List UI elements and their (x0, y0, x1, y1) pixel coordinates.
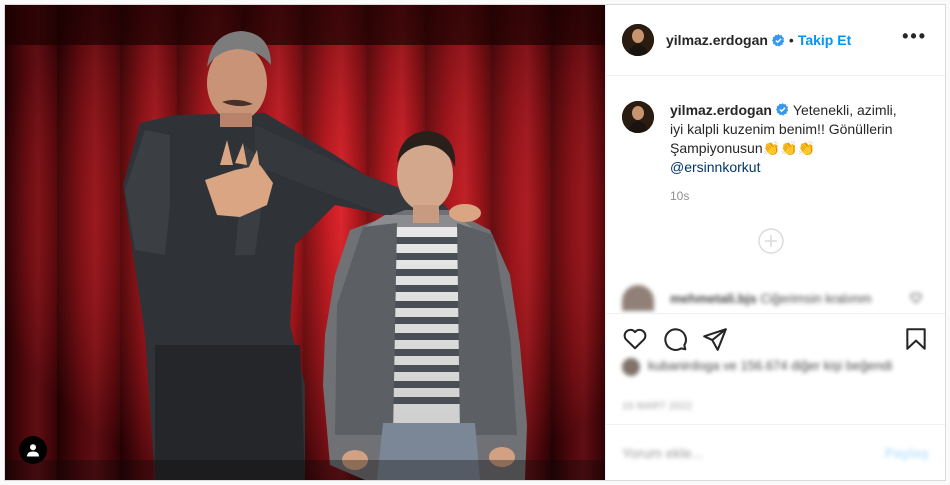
stage-photo (5, 5, 605, 480)
action-bar (606, 313, 945, 363)
share-comment-button[interactable]: Paylaş (885, 445, 929, 461)
avatar-image (622, 24, 654, 56)
bookmark-icon[interactable] (903, 326, 929, 352)
avatar[interactable] (622, 24, 654, 56)
comment-like-heart-icon[interactable] (910, 292, 922, 304)
comment-username[interactable]: mehmetali.bjs (670, 291, 757, 306)
caption-avatar[interactable] (622, 101, 654, 133)
add-comment-bar: Yorum ekle... Paylaş (606, 424, 945, 480)
user-tag-button[interactable] (19, 436, 47, 464)
post-header: yilmaz.erdogan • Takip Et ••• (606, 5, 945, 76)
likes-summary[interactable]: kubanirdoga ve 156.674 diğer kişi beğend… (622, 357, 922, 376)
comment-avatar[interactable] (622, 285, 654, 311)
plus-circle-icon[interactable] (758, 228, 784, 254)
striped-shirt (390, 227, 464, 427)
follow-button[interactable]: Takip Et (798, 32, 851, 48)
post-photo[interactable] (5, 5, 605, 480)
post-date: 16 MART 2022 (622, 401, 693, 412)
mention-link[interactable]: @ersinnkorkut (670, 158, 908, 177)
paper-plane-icon[interactable] (702, 326, 728, 352)
more-options-icon[interactable]: ••• (902, 27, 927, 45)
comment-body: Ciğerimsin kralımm (760, 290, 872, 306)
caption: yilmaz.erdogan Yetenekli, azimli, iyi ka… (622, 101, 929, 177)
comment-input[interactable]: Yorum ekle... (622, 445, 885, 461)
comment-icon[interactable] (662, 326, 688, 352)
user-tag-icon (27, 444, 39, 457)
heart-icon[interactable] (622, 326, 648, 352)
avatar-image (622, 101, 654, 133)
verified-badge-icon (771, 33, 785, 47)
header-separator: • (788, 32, 794, 48)
likes-text: kubanirdoga ve 156.674 diğer kişi beğend… (648, 358, 893, 373)
caption-time: 10s (670, 189, 690, 203)
comment-row: mehmetali.bjs Ciğerimsin kralımm (622, 285, 922, 311)
header-username[interactable]: yilmaz.erdogan (666, 32, 768, 48)
post-sidebar: yilmaz.erdogan • Takip Et ••• yilmaz.erd (605, 5, 945, 480)
liker-avatar (622, 358, 640, 376)
verified-badge-icon (775, 103, 789, 116)
caption-text: yilmaz.erdogan Yetenekli, azimli, iyi ka… (670, 101, 908, 177)
comment-text: mehmetali.bjs Ciğerimsin kralımm (670, 291, 872, 306)
instagram-post: yilmaz.erdogan • Takip Et ••• yilmaz.erd (4, 4, 946, 481)
caption-username[interactable]: yilmaz.erdogan (670, 102, 772, 118)
